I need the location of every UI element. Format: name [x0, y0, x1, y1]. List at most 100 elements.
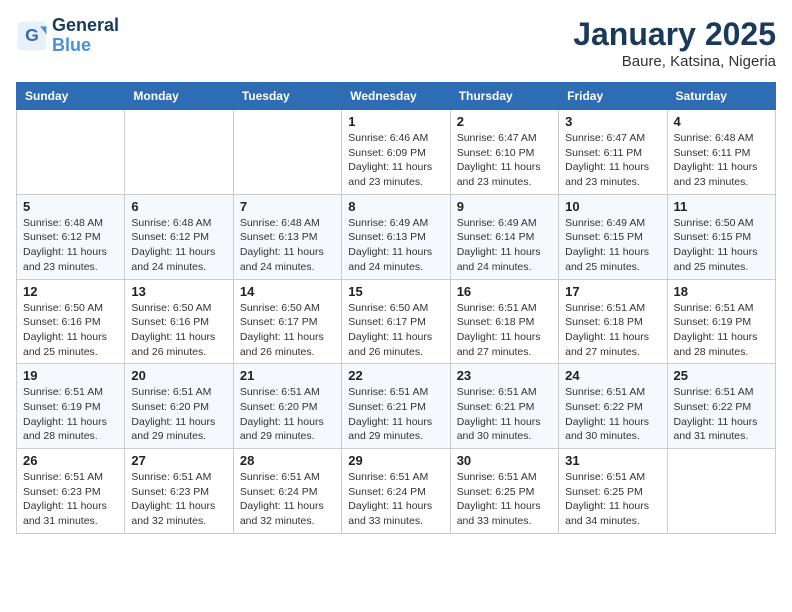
- logo-line2: Blue: [52, 36, 119, 56]
- day-cell-12: 12 Sunrise: 6:50 AM Sunset: 6:16 PM Dayli…: [17, 279, 125, 364]
- day-cell-25: 25 Sunrise: 6:51 AM Sunset: 6:22 PM Dayli…: [667, 364, 775, 449]
- title-block: January 2025 Baure, Katsina, Nigeria: [573, 16, 776, 70]
- day-number: 14: [240, 284, 335, 299]
- day-info: Sunrise: 6:50 AM Sunset: 6:16 PM Dayligh…: [131, 301, 226, 360]
- day-cell-20: 20Sunrise: 6:51 AM Sunset: 6:20 PM Dayli…: [125, 364, 233, 449]
- day-number: 5: [23, 199, 118, 214]
- day-cell-16: 16 Sunrise: 6:51 AM Sunset: 6:18 PM Dayli…: [450, 279, 558, 364]
- day-info: Sunrise: 6:51 AM Sunset: 6:19 PM Dayligh…: [23, 385, 118, 444]
- week-row-1: 1 Sunrise: 6:46 AM Sunset: 6:09 PM Daylig…: [17, 110, 776, 195]
- day-info: Sunrise: 6:51 AM Sunset: 6:21 PM Dayligh…: [348, 385, 443, 444]
- day-number: 16: [457, 284, 552, 299]
- day-cell-23: 23 Sunrise: 6:51 AM Sunset: 6:21 PM Dayli…: [450, 364, 558, 449]
- day-info: Sunrise: 6:51 AM Sunset: 6:25 PM Dayligh…: [457, 470, 552, 529]
- day-header-monday: Monday: [125, 83, 233, 110]
- day-info: Sunrise: 6:51 AM Sunset: 6:18 PM Dayligh…: [457, 301, 552, 360]
- day-info: Sunrise: 6:47 AM Sunset: 6:11 PM Dayligh…: [565, 131, 660, 190]
- day-number: 15: [348, 284, 443, 299]
- svg-text:G: G: [25, 25, 39, 45]
- day-info: Sunrise: 6:50 AM Sunset: 6:16 PM Dayligh…: [23, 301, 118, 360]
- day-number: 22: [348, 368, 443, 383]
- day-info: Sunrise: 6:49 AM Sunset: 6:15 PM Dayligh…: [565, 216, 660, 275]
- day-header-thursday: Thursday: [450, 83, 558, 110]
- day-cell-5: 5 Sunrise: 6:48 AM Sunset: 6:12 PM Daylig…: [17, 194, 125, 279]
- day-info: Sunrise: 6:49 AM Sunset: 6:13 PM Dayligh…: [348, 216, 443, 275]
- logo: G General Blue: [16, 16, 119, 56]
- day-number: 25: [674, 368, 769, 383]
- day-info: Sunrise: 6:48 AM Sunset: 6:12 PM Dayligh…: [23, 216, 118, 275]
- day-info: Sunrise: 6:47 AM Sunset: 6:10 PM Dayligh…: [457, 131, 552, 190]
- calendar-table: SundayMondayTuesdayWednesdayThursdayFrid…: [16, 82, 776, 534]
- day-number: 6: [131, 199, 226, 214]
- day-number: 20: [131, 368, 226, 383]
- day-cell-28: 28 Sunrise: 6:51 AM Sunset: 6:24 PM Dayli…: [233, 449, 341, 534]
- day-cell-2: 2 Sunrise: 6:47 AM Sunset: 6:10 PM Daylig…: [450, 110, 558, 195]
- day-cell-empty: [17, 110, 125, 195]
- day-number: 29: [348, 453, 443, 468]
- day-number: 4: [674, 114, 769, 129]
- day-cell-19: 19 Sunrise: 6:51 AM Sunset: 6:19 PM Dayli…: [17, 364, 125, 449]
- day-info: Sunrise: 6:51 AM Sunset: 6:25 PM Dayligh…: [565, 470, 660, 529]
- day-cell-30: 30 Sunrise: 6:51 AM Sunset: 6:25 PM Dayli…: [450, 449, 558, 534]
- day-info: Sunrise: 6:51 AM Sunset: 6:23 PM Dayligh…: [131, 470, 226, 529]
- day-header-wednesday: Wednesday: [342, 83, 450, 110]
- day-cell-31: 31 Sunrise: 6:51 AM Sunset: 6:25 PM Dayli…: [559, 449, 667, 534]
- day-info: Sunrise: 6:46 AM Sunset: 6:09 PM Dayligh…: [348, 131, 443, 190]
- week-row-2: 5 Sunrise: 6:48 AM Sunset: 6:12 PM Daylig…: [17, 194, 776, 279]
- day-number: 21: [240, 368, 335, 383]
- day-info: Sunrise: 6:50 AM Sunset: 6:15 PM Dayligh…: [674, 216, 769, 275]
- day-number: 7: [240, 199, 335, 214]
- day-number: 31: [565, 453, 660, 468]
- day-info: Sunrise: 6:51 AM Sunset: 6:19 PM Dayligh…: [674, 301, 769, 360]
- day-cell-27: 27 Sunrise: 6:51 AM Sunset: 6:23 PM Dayli…: [125, 449, 233, 534]
- day-header-sunday: Sunday: [17, 83, 125, 110]
- day-cell-22: 22 Sunrise: 6:51 AM Sunset: 6:21 PM Dayli…: [342, 364, 450, 449]
- day-info: Sunrise: 6:51 AM Sunset: 6:22 PM Dayligh…: [565, 385, 660, 444]
- calendar-subtitle: Baure, Katsina, Nigeria: [573, 53, 776, 70]
- day-number: 19: [23, 368, 118, 383]
- day-cell-13: 13 Sunrise: 6:50 AM Sunset: 6:16 PM Dayli…: [125, 279, 233, 364]
- day-number: 1: [348, 114, 443, 129]
- week-row-5: 26 Sunrise: 6:51 AM Sunset: 6:23 PM Dayli…: [17, 449, 776, 534]
- day-cell-11: 11Sunrise: 6:50 AM Sunset: 6:15 PM Dayli…: [667, 194, 775, 279]
- day-number: 3: [565, 114, 660, 129]
- day-info: Sunrise: 6:51 AM Sunset: 6:22 PM Dayligh…: [674, 385, 769, 444]
- page-header: G General Blue January 2025 Baure, Katsi…: [16, 16, 776, 70]
- day-header-saturday: Saturday: [667, 83, 775, 110]
- day-cell-18: 18Sunrise: 6:51 AM Sunset: 6:19 PM Dayli…: [667, 279, 775, 364]
- calendar-title: January 2025: [573, 16, 776, 53]
- logo-line1: General: [52, 16, 119, 36]
- day-info: Sunrise: 6:48 AM Sunset: 6:11 PM Dayligh…: [674, 131, 769, 190]
- day-number: 13: [131, 284, 226, 299]
- day-info: Sunrise: 6:51 AM Sunset: 6:20 PM Dayligh…: [240, 385, 335, 444]
- day-number: 12: [23, 284, 118, 299]
- day-number: 30: [457, 453, 552, 468]
- day-cell-15: 15 Sunrise: 6:50 AM Sunset: 6:17 PM Dayli…: [342, 279, 450, 364]
- day-number: 26: [23, 453, 118, 468]
- day-info: Sunrise: 6:49 AM Sunset: 6:14 PM Dayligh…: [457, 216, 552, 275]
- day-cell-8: 8Sunrise: 6:49 AM Sunset: 6:13 PM Daylig…: [342, 194, 450, 279]
- day-number: 17: [565, 284, 660, 299]
- day-info: Sunrise: 6:51 AM Sunset: 6:24 PM Dayligh…: [348, 470, 443, 529]
- day-info: Sunrise: 6:50 AM Sunset: 6:17 PM Dayligh…: [348, 301, 443, 360]
- day-cell-empty: [125, 110, 233, 195]
- day-cell-empty: [233, 110, 341, 195]
- day-cell-24: 24Sunrise: 6:51 AM Sunset: 6:22 PM Dayli…: [559, 364, 667, 449]
- day-cell-21: 21 Sunrise: 6:51 AM Sunset: 6:20 PM Dayli…: [233, 364, 341, 449]
- day-info: Sunrise: 6:51 AM Sunset: 6:24 PM Dayligh…: [240, 470, 335, 529]
- week-row-4: 19 Sunrise: 6:51 AM Sunset: 6:19 PM Dayli…: [17, 364, 776, 449]
- day-header-friday: Friday: [559, 83, 667, 110]
- week-row-3: 12 Sunrise: 6:50 AM Sunset: 6:16 PM Dayli…: [17, 279, 776, 364]
- day-cell-26: 26Sunrise: 6:51 AM Sunset: 6:23 PM Dayli…: [17, 449, 125, 534]
- day-info: Sunrise: 6:51 AM Sunset: 6:21 PM Dayligh…: [457, 385, 552, 444]
- day-info: Sunrise: 6:48 AM Sunset: 6:13 PM Dayligh…: [240, 216, 335, 275]
- day-cell-1: 1 Sunrise: 6:46 AM Sunset: 6:09 PM Daylig…: [342, 110, 450, 195]
- day-cell-6: 6Sunrise: 6:48 AM Sunset: 6:12 PM Daylig…: [125, 194, 233, 279]
- day-cell-14: 14Sunrise: 6:50 AM Sunset: 6:17 PM Dayli…: [233, 279, 341, 364]
- day-number: 28: [240, 453, 335, 468]
- day-number: 2: [457, 114, 552, 129]
- day-number: 23: [457, 368, 552, 383]
- day-header-tuesday: Tuesday: [233, 83, 341, 110]
- day-number: 27: [131, 453, 226, 468]
- day-info: Sunrise: 6:51 AM Sunset: 6:18 PM Dayligh…: [565, 301, 660, 360]
